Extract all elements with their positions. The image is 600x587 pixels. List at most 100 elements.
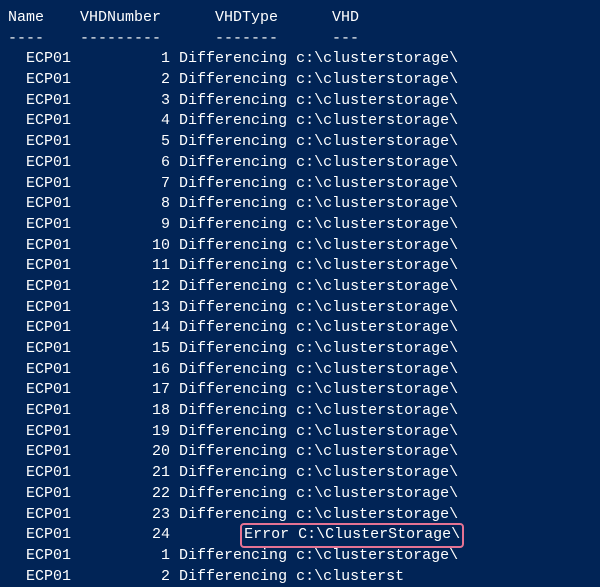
cell-vhd: c:\clusterstorage\ [296, 71, 458, 88]
cell-vhd: c:\clusterstorage\ [296, 443, 458, 460]
cell-vhd: c:\clusterstorage\ [296, 257, 458, 274]
table-row: ECP01 2 Differencing c:\clusterst [8, 567, 592, 587]
table-row: ECP01 1 Differencing c:\clusterstorage\ [8, 546, 592, 567]
cell-name: ECP01 [26, 319, 80, 336]
cell-vhd: c:\clusterstorage\ [296, 547, 458, 564]
table-header: Name VHDNumber VHDType VHD [8, 8, 592, 29]
cell-vhdnumber: 6 [80, 154, 179, 171]
cell-vhdtype: Differencing [179, 423, 296, 440]
cell-vhd: c:\clusterstorage\ [296, 464, 458, 481]
cell-vhdnumber: 17 [80, 381, 179, 398]
table-row: ECP01 6 Differencing c:\clusterstorage\ [8, 153, 592, 174]
cell-name: ECP01 [26, 361, 80, 378]
cell-vhdtype: Differencing [179, 402, 296, 419]
cell-vhdtype: Differencing [179, 381, 296, 398]
cell-vhdnumber: 4 [80, 112, 179, 129]
cell-vhd: c:\clusterstorage\ [296, 133, 458, 150]
cell-name: ECP01 [26, 485, 80, 502]
cell-vhd: c:\clusterstorage\ [296, 216, 458, 233]
cell-name: ECP01 [26, 402, 80, 419]
cell-vhdtype: Differencing [179, 568, 296, 585]
cell-vhdnumber: 7 [80, 175, 179, 192]
cell-vhdtype: Differencing [179, 237, 296, 254]
cell-vhd: c:\clusterstorage\ [296, 195, 458, 212]
cell-vhdnumber: 24 [80, 526, 179, 543]
cell-vhdtype: Differencing [179, 340, 296, 357]
table-row: ECP01 13 Differencing c:\clusterstorage\ [8, 298, 592, 319]
table-row: ECP01 16 Differencing c:\clusterstorage\ [8, 360, 592, 381]
cell-name: ECP01 [26, 278, 80, 295]
cell-vhd: c:\clusterstorage\ [296, 423, 458, 440]
cell-vhdtype: Differencing [179, 485, 296, 502]
cell-name: ECP01 [26, 299, 80, 316]
cell-vhdnumber: 10 [80, 237, 179, 254]
cell-name: ECP01 [26, 112, 80, 129]
cell-name: ECP01 [26, 195, 80, 212]
cell-vhdnumber: 1 [80, 50, 179, 67]
cell-vhdtype: Differencing [179, 278, 296, 295]
cell-vhdtype: Differencing [179, 112, 296, 129]
cell-name: ECP01 [26, 257, 80, 274]
cell-name: ECP01 [26, 464, 80, 481]
cell-name: ECP01 [26, 133, 80, 150]
table-row: ECP01 2 Differencing c:\clusterstorage\ [8, 70, 592, 91]
cell-vhdtype: Differencing [179, 257, 296, 274]
table-row: ECP01 24 Error C:\ClusterStorage\ [8, 525, 592, 546]
cell-vhdtype: Differencing [179, 299, 296, 316]
cell-name: ECP01 [26, 175, 80, 192]
table-row: ECP01 5 Differencing c:\clusterstorage\ [8, 132, 592, 153]
cell-vhd: c:\clusterstorage\ [296, 485, 458, 502]
cell-vhdnumber: 14 [80, 319, 179, 336]
table-row: ECP01 15 Differencing c:\clusterstorage\ [8, 339, 592, 360]
table-row: ECP01 8 Differencing c:\clusterstorage\ [8, 194, 592, 215]
cell-vhdtype: Differencing [179, 361, 296, 378]
cell-name: ECP01 [26, 423, 80, 440]
table-row: ECP01 7 Differencing c:\clusterstorage\ [8, 174, 592, 195]
table-row: ECP01 20 Differencing c:\clusterstorage\ [8, 442, 592, 463]
table-row: ECP01 12 Differencing c:\clusterstorage\ [8, 277, 592, 298]
cell-vhdtype: Differencing [179, 133, 296, 150]
cell-vhdnumber: 11 [80, 257, 179, 274]
table-row: ECP01 1 Differencing c:\clusterstorage\ [8, 49, 592, 70]
cell-vhdtype: Differencing [179, 319, 296, 336]
cell-name: ECP01 [26, 154, 80, 171]
cell-vhd: c:\clusterstorage\ [296, 506, 458, 523]
cell-name: ECP01 [26, 216, 80, 233]
cell-vhdtype: Differencing [179, 50, 296, 67]
cell-vhdnumber: 12 [80, 278, 179, 295]
cell-vhd: c:\clusterstorage\ [296, 299, 458, 316]
powershell-console: Name VHDNumber VHDType VHD---- ---------… [8, 8, 592, 587]
cell-vhdtype: Differencing [179, 464, 296, 481]
cell-vhd: c:\clusterstorage\ [296, 154, 458, 171]
table-row: ECP01 3 Differencing c:\clusterstorage\ [8, 91, 592, 112]
table-row: ECP01 9 Differencing c:\clusterstorage\ [8, 215, 592, 236]
cell-vhdnumber: 23 [80, 506, 179, 523]
cell-vhdnumber: 5 [80, 133, 179, 150]
cell-vhdtype: Differencing [179, 216, 296, 233]
cell-vhd: c:\clusterstorage\ [296, 50, 458, 67]
cell-vhdnumber: 1 [80, 547, 179, 564]
cell-name: ECP01 [26, 506, 80, 523]
table-row: ECP01 18 Differencing c:\clusterstorage\ [8, 401, 592, 422]
cell-vhd: c:\clusterstorage\ [296, 278, 458, 295]
cell-vhdnumber: 8 [80, 195, 179, 212]
cell-name: ECP01 [26, 237, 80, 254]
cell-name: ECP01 [26, 381, 80, 398]
cell-vhdnumber: 18 [80, 402, 179, 419]
cell-vhdnumber: 21 [80, 464, 179, 481]
cell-vhdnumber: 16 [80, 361, 179, 378]
table-row: ECP01 19 Differencing c:\clusterstorage\ [8, 422, 592, 443]
cell-name: ECP01 [26, 568, 80, 585]
cell-vhd: c:\clusterstorage\ [296, 92, 458, 109]
cell-name: ECP01 [26, 443, 80, 460]
cell-vhdnumber: 2 [80, 71, 179, 88]
cell-vhdnumber: 20 [80, 443, 179, 460]
cell-vhdtype: Differencing [179, 154, 296, 171]
cell-vhd: c:\clusterstorage\ [296, 361, 458, 378]
table-row: ECP01 4 Differencing c:\clusterstorage\ [8, 111, 592, 132]
cell-vhdtype: Differencing [179, 443, 296, 460]
cell-vhd: c:\clusterstorage\ [296, 112, 458, 129]
cell-vhdnumber: 3 [80, 92, 179, 109]
table-row: ECP01 21 Differencing c:\clusterstorage\ [8, 463, 592, 484]
cell-vhd: c:\clusterstorage\ [296, 381, 458, 398]
